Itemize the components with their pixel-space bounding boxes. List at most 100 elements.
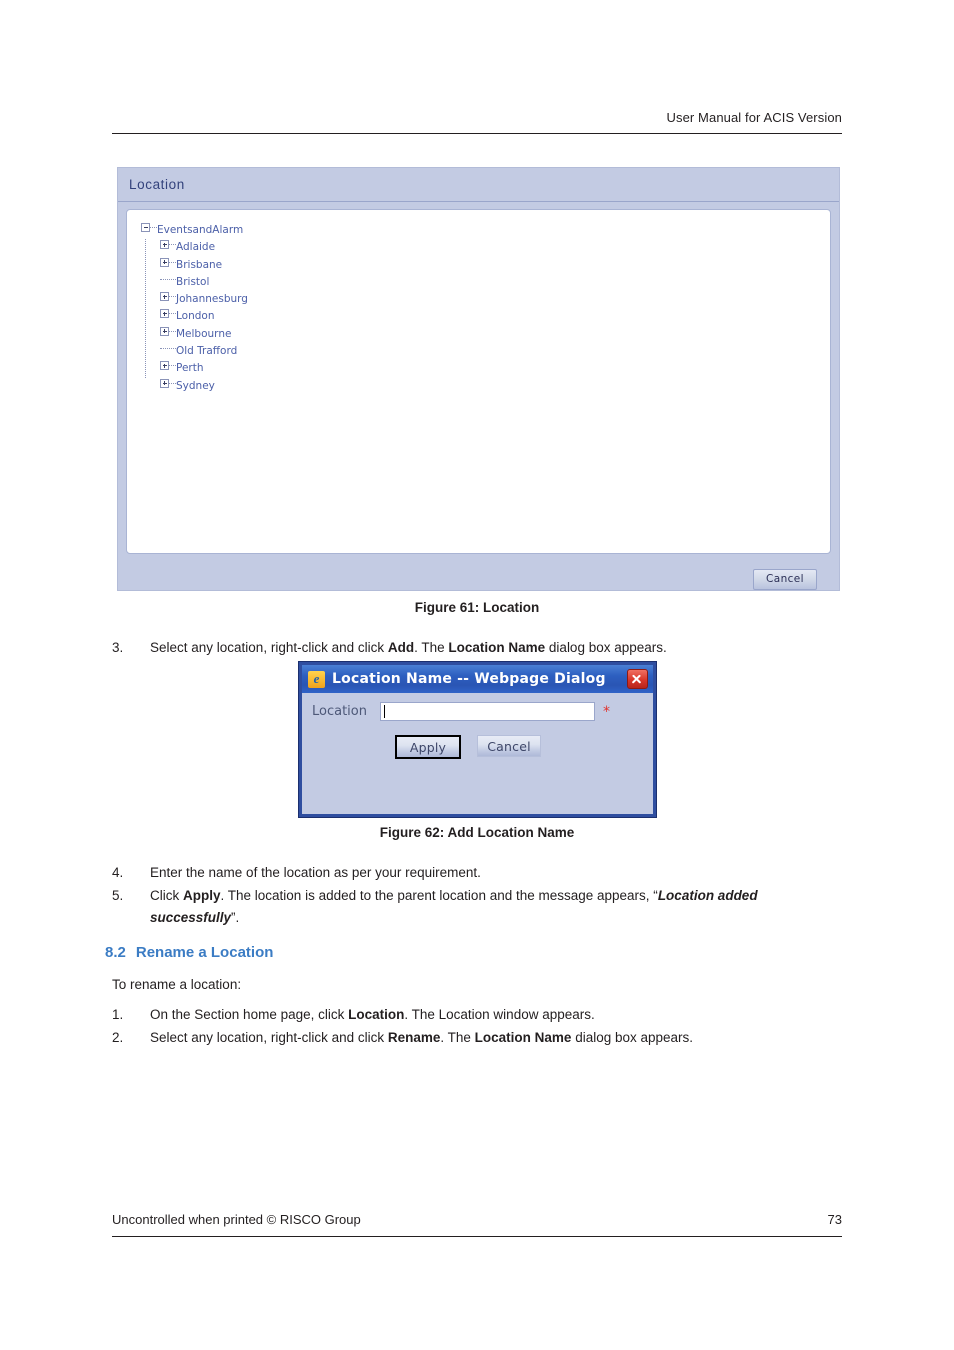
tree-connector-icon [169, 361, 176, 370]
step-5-text-b: . The location is added to the parent lo… [220, 888, 658, 903]
internet-explorer-icon: e [308, 670, 325, 688]
section-title: Rename a Location [135, 944, 274, 961]
location-window-footer: Cancel [126, 561, 831, 597]
header-rule [112, 133, 842, 135]
tree-connector-icon [169, 292, 176, 301]
step-5-text-a: Click [150, 888, 183, 903]
tree-connector-icon [169, 275, 176, 284]
tree-node-label: London [176, 310, 215, 323]
tree-node-adlaide[interactable]: Adlaide [141, 239, 830, 256]
tree-connector-icon [169, 344, 176, 353]
step-3-text-c: dialog box appears. [545, 640, 667, 655]
step-3-number: 3. [112, 640, 124, 655]
location-input[interactable] [380, 702, 595, 721]
step-5-bold-apply: Apply [183, 888, 221, 903]
step-3-text-b: . The [414, 640, 449, 655]
step-5-number: 5. [112, 888, 124, 903]
figure-62-caption: Figure 62: Add Location Name [379, 825, 575, 840]
footer-rule [112, 1236, 842, 1238]
plus-box-icon[interactable] [160, 309, 169, 319]
tree-connector-icon [169, 258, 176, 267]
step-3-text-a: Select any location, right-click and cli… [150, 640, 388, 655]
tree-node-label: Brisbane [176, 258, 223, 271]
tree-node-label: EventsandAlarm [157, 224, 244, 236]
tree-node-label: Bristol [176, 275, 210, 288]
tree-node-perth[interactable]: Perth [141, 360, 830, 377]
rename-step-1-text: On the Section home page, click Location… [150, 1004, 812, 1026]
tree-node-label: Melbourne [176, 327, 232, 340]
leaf-node-icon [160, 275, 169, 284]
section-intro-text: To rename a location: [112, 977, 242, 992]
step-5-text-c: ”. [231, 910, 240, 925]
close-icon[interactable] [627, 669, 648, 689]
rename-step-2-bold-rename: Rename [387, 1030, 441, 1045]
tree-node-label: Perth [176, 362, 204, 375]
plus-box-icon[interactable] [160, 378, 169, 388]
rename-step-2-text: Select any location, right-click and cli… [150, 1027, 812, 1049]
rename-step-2-number: 2. [112, 1030, 124, 1045]
tree-node-brisbane[interactable]: Brisbane [141, 257, 830, 274]
rename-step-1-text-b: . The Location window appears. [404, 1007, 595, 1022]
plus-box-icon[interactable] [160, 292, 169, 302]
rename-step-2-bold-location-name: Location Name [474, 1030, 572, 1045]
rename-step-1-bold-location: Location [348, 1007, 405, 1022]
rename-step-2-text-b: . The [440, 1030, 475, 1045]
minus-box-icon[interactable] [141, 223, 150, 232]
location-window: Location EventsandAlarm Adlaide Brisbane… [117, 167, 840, 591]
tree-node-johannesburg[interactable]: Johannesburg [141, 291, 830, 308]
tree-node-bristol[interactable]: Bristol [141, 274, 830, 291]
step-4: 4. Enter the name of the location as per… [112, 862, 812, 884]
rename-step-1-number: 1. [112, 1007, 124, 1022]
plus-box-icon[interactable] [160, 257, 169, 267]
tree-node-old-trafford[interactable]: Old Trafford [141, 343, 830, 360]
tree-node-melbourne[interactable]: Melbourne [141, 326, 830, 343]
location-window-titlebar: Location [118, 168, 839, 202]
tree-connector-icon [150, 223, 157, 232]
step-3-text: Select any location, right-click and cli… [150, 637, 812, 659]
tree-node-london[interactable]: London [141, 308, 830, 325]
cancel-button[interactable]: Cancel [753, 568, 817, 590]
location-field-label: Location [312, 704, 367, 719]
location-window-body: EventsandAlarm Adlaide Brisbane Bristol … [118, 202, 839, 597]
rename-step-2: 2. Select any location, right-click and … [112, 1027, 812, 1049]
location-window-title: Location [129, 177, 185, 192]
running-head: User Manual for ACIS Version [666, 110, 842, 125]
tree-node-sydney[interactable]: Sydney [141, 378, 830, 395]
step-4-text: Enter the name of the location as per yo… [150, 865, 481, 880]
tree-connector-icon [169, 309, 176, 318]
rename-step-1: 1. On the Section home page, click Locat… [112, 1004, 812, 1026]
section-heading-8-2: 8.2 Rename a Location [105, 944, 273, 961]
rename-step-2-text-c: dialog box appears. [571, 1030, 694, 1045]
step-5-text: Click Apply. The location is added to th… [150, 885, 824, 929]
dialog-body: Location * Apply Cancel [302, 693, 653, 814]
tree-connector-icon [169, 240, 176, 249]
tree-node-label: Sydney [176, 379, 215, 392]
step-3-bold-add: Add [387, 640, 415, 655]
plus-box-icon[interactable] [160, 240, 169, 250]
tree-node-label: Old Trafford [176, 345, 238, 358]
dialog-cancel-button[interactable]: Cancel [477, 735, 541, 757]
dialog-titlebar[interactable]: e Location Name -- Webpage Dialog [302, 665, 653, 693]
plus-box-icon[interactable] [160, 326, 169, 336]
step-3-bold-location-name: Location Name [448, 640, 546, 655]
leaf-node-icon [160, 344, 169, 353]
rename-step-1-text-a: On the Section home page, click [150, 1007, 349, 1022]
tree-node-label: Johannesburg [176, 293, 248, 306]
tree-connector-icon [169, 327, 176, 336]
apply-button[interactable]: Apply [395, 735, 461, 759]
dialog-button-row: Apply Cancel [302, 735, 653, 759]
tree-connector-icon [169, 379, 176, 388]
page-number: 73 [827, 1212, 842, 1227]
tree-node-root[interactable]: EventsandAlarm [141, 222, 830, 378]
dialog-title: Location Name -- Webpage Dialog [332, 671, 606, 687]
location-tree[interactable]: EventsandAlarm Adlaide Brisbane Bristol … [126, 209, 831, 554]
required-asterisk: * [603, 703, 610, 720]
step-5: 5. Click Apply. The location is added to… [112, 885, 824, 929]
tree-node-label: Adlaide [176, 241, 216, 254]
location-field-row: Location * [302, 702, 653, 721]
plus-box-icon[interactable] [160, 361, 169, 371]
step-3: 3. Select any location, right-click and … [112, 637, 812, 659]
figure-61-caption: Figure 61: Location [414, 600, 540, 615]
section-number: 8.2 [105, 944, 126, 961]
step-4-number: 4. [112, 865, 124, 880]
